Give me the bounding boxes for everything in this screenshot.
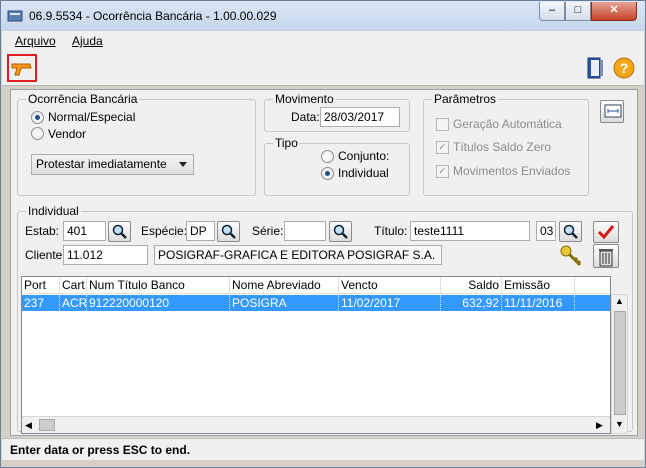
especie-zoom-button[interactable] (217, 221, 240, 242)
check-movimentos[interactable]: ✓ (436, 165, 449, 178)
execute-button[interactable] (7, 54, 37, 82)
cell-vencto: 11/02/2017 (339, 295, 441, 311)
main-panel: Ocorrência Bancária Normal/Especial Vend… (10, 89, 638, 436)
magnifier-icon (333, 224, 348, 239)
titulo-label: Título: (374, 224, 408, 238)
cell-port: 237 (22, 295, 60, 311)
maximize-button[interactable]: □ (565, 2, 591, 21)
window-title: 06.9.5534 - Ocorrência Bancária - 1.00.0… (29, 9, 277, 23)
estab-zoom-button[interactable] (108, 221, 131, 242)
close-button[interactable]: ✕ (591, 2, 637, 21)
col-port[interactable]: Port (22, 277, 60, 294)
titles-grid: Port Cart Num Título Banco Nome Abreviad… (21, 276, 611, 434)
delete-button[interactable] (593, 244, 619, 268)
exit-door-icon[interactable] (587, 57, 605, 79)
range-icon (604, 104, 622, 118)
especie-field[interactable]: DP (186, 221, 215, 241)
especie-label: Espécie: (141, 224, 188, 238)
help-icon[interactable]: ? (613, 57, 635, 79)
ocorrencia-legend: Ocorrência Bancária (28, 92, 138, 106)
serie-zoom-button[interactable] (329, 221, 352, 242)
ocorrencia-select-value: Protestar imediatamente (36, 157, 167, 171)
check-movimentos-label: Movimentos Enviados (453, 164, 571, 178)
col-num-titulo[interactable]: Num Título Banco (87, 277, 230, 294)
h-scroll-thumb[interactable] (39, 419, 55, 431)
scroll-down-icon[interactable]: ▼ (615, 419, 624, 429)
radio-conjunto[interactable] (321, 150, 334, 163)
data-field[interactable]: 28/03/2017 (320, 107, 400, 127)
status-bar: Enter data or press ESC to end. (2, 438, 644, 460)
range-button[interactable] (600, 100, 624, 123)
title-bar: 06.9.5534 - Ocorrência Bancária - 1.00.0… (1, 1, 645, 31)
cliente-nome-field: POSIGRAF-GRAFICA E EDITORA POSIGRAF S.A. (154, 245, 442, 265)
individual-legend: Individual (28, 204, 79, 218)
scroll-right-icon[interactable]: ▶ (596, 420, 603, 431)
cell-saldo: 632,92 (441, 295, 502, 311)
col-nome[interactable]: Nome Abreviado (230, 277, 339, 294)
parametros-legend: Parâmetros (434, 92, 497, 106)
key-icon[interactable] (559, 244, 583, 268)
col-cart[interactable]: Cart (60, 277, 87, 294)
trash-icon (599, 249, 613, 267)
table-row[interactable]: 237 ACR 912220000120 POSIGRA 11/02/2017 … (22, 295, 610, 311)
checkmark-icon (597, 225, 615, 240)
cliente-label: Cliente: (25, 248, 66, 262)
data-label: Data: (291, 110, 320, 124)
horizontal-scrollbar[interactable]: ◀ ▶ (22, 416, 610, 433)
magnifier-icon (112, 224, 127, 239)
radio-individual-label: Individual (338, 166, 389, 180)
app-icon (7, 10, 23, 22)
col-saldo[interactable]: Saldo (441, 277, 502, 294)
parcela-field[interactable]: 03 (536, 221, 556, 241)
radio-individual[interactable] (321, 167, 334, 180)
gun-icon (11, 63, 32, 76)
v-scroll-thumb[interactable] (614, 311, 626, 415)
magnifier-icon (221, 224, 236, 239)
tipo-legend: Tipo (275, 136, 298, 150)
radio-vendor[interactable] (31, 127, 44, 140)
vertical-scrollbar[interactable]: ▲ ▼ (611, 294, 628, 434)
ocorrencia-group: Ocorrência Bancária (17, 92, 256, 196)
scroll-up-icon[interactable]: ▲ (615, 296, 624, 306)
ocorrencia-select[interactable]: Protestar imediatamente (31, 154, 194, 175)
estab-label: Estab: (25, 224, 60, 238)
cell-nome: POSIGRA (230, 295, 339, 311)
col-emissao[interactable]: Emissão (502, 277, 575, 294)
menu-ajuda[interactable]: Ajuda (72, 34, 103, 48)
menu-bar: Arquivo Ajuda (2, 31, 644, 51)
status-text: Enter data or press ESC to end. (10, 443, 191, 457)
grid-header: Port Cart Num Título Banco Nome Abreviad… (22, 277, 610, 294)
check-titulos-zero-label: Títulos Saldo Zero (453, 140, 552, 154)
estab-field[interactable]: 401 (63, 221, 106, 241)
check-titulos-zero[interactable]: ✓ (436, 141, 449, 154)
cell-cart: ACR (62, 295, 87, 311)
titulo-zoom-button[interactable] (559, 221, 582, 242)
menu-arquivo[interactable]: Arquivo (15, 34, 56, 48)
chevron-down-icon (179, 162, 187, 167)
titulo-field[interactable]: teste1111 (410, 221, 530, 241)
check-geracao[interactable] (436, 118, 449, 131)
col-vencto[interactable]: Vencto (339, 277, 441, 294)
svg-text:?: ? (620, 60, 629, 76)
toolbar: ? (2, 51, 644, 86)
cliente-field[interactable]: 11.012 (63, 245, 148, 265)
application-window: 06.9.5534 - Ocorrência Bancária - 1.00.0… (0, 0, 646, 468)
radio-vendor-label: Vendor (48, 127, 87, 141)
confirm-button[interactable] (593, 221, 619, 243)
minimize-button[interactable]: – (539, 2, 565, 21)
movimento-legend: Movimento (275, 92, 334, 106)
cell-emissao: 11/11/2016 (502, 295, 575, 311)
serie-field[interactable] (284, 221, 326, 241)
radio-normal[interactable] (31, 111, 44, 124)
magnifier-icon (563, 224, 578, 239)
check-geracao-label: Geração Automática (453, 117, 562, 131)
serie-label: Série: (252, 224, 284, 238)
radio-conjunto-label: Conjunto: (338, 149, 390, 163)
cell-num-titulo: 912220000120 (87, 295, 230, 311)
scroll-left-icon[interactable]: ◀ (25, 420, 32, 431)
radio-normal-label: Normal/Especial (48, 110, 136, 124)
